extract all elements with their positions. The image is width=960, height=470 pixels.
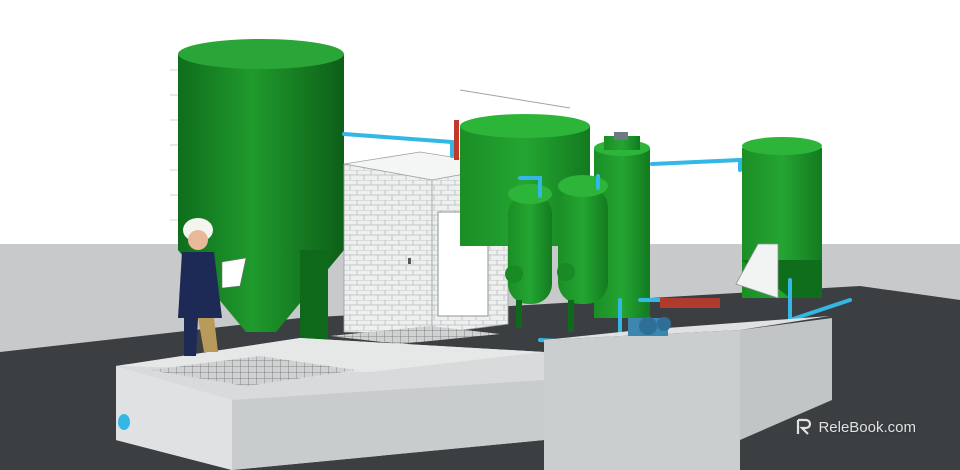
watermark-text: ReleBook.com — [818, 418, 916, 436]
relebook-logo-icon — [795, 418, 813, 436]
scene-illustration — [0, 0, 960, 470]
watermark: ReleBook.com — [795, 418, 916, 436]
storage-tank-right — [735, 137, 822, 299]
plant-scene: ReleBook.com — [0, 0, 960, 470]
